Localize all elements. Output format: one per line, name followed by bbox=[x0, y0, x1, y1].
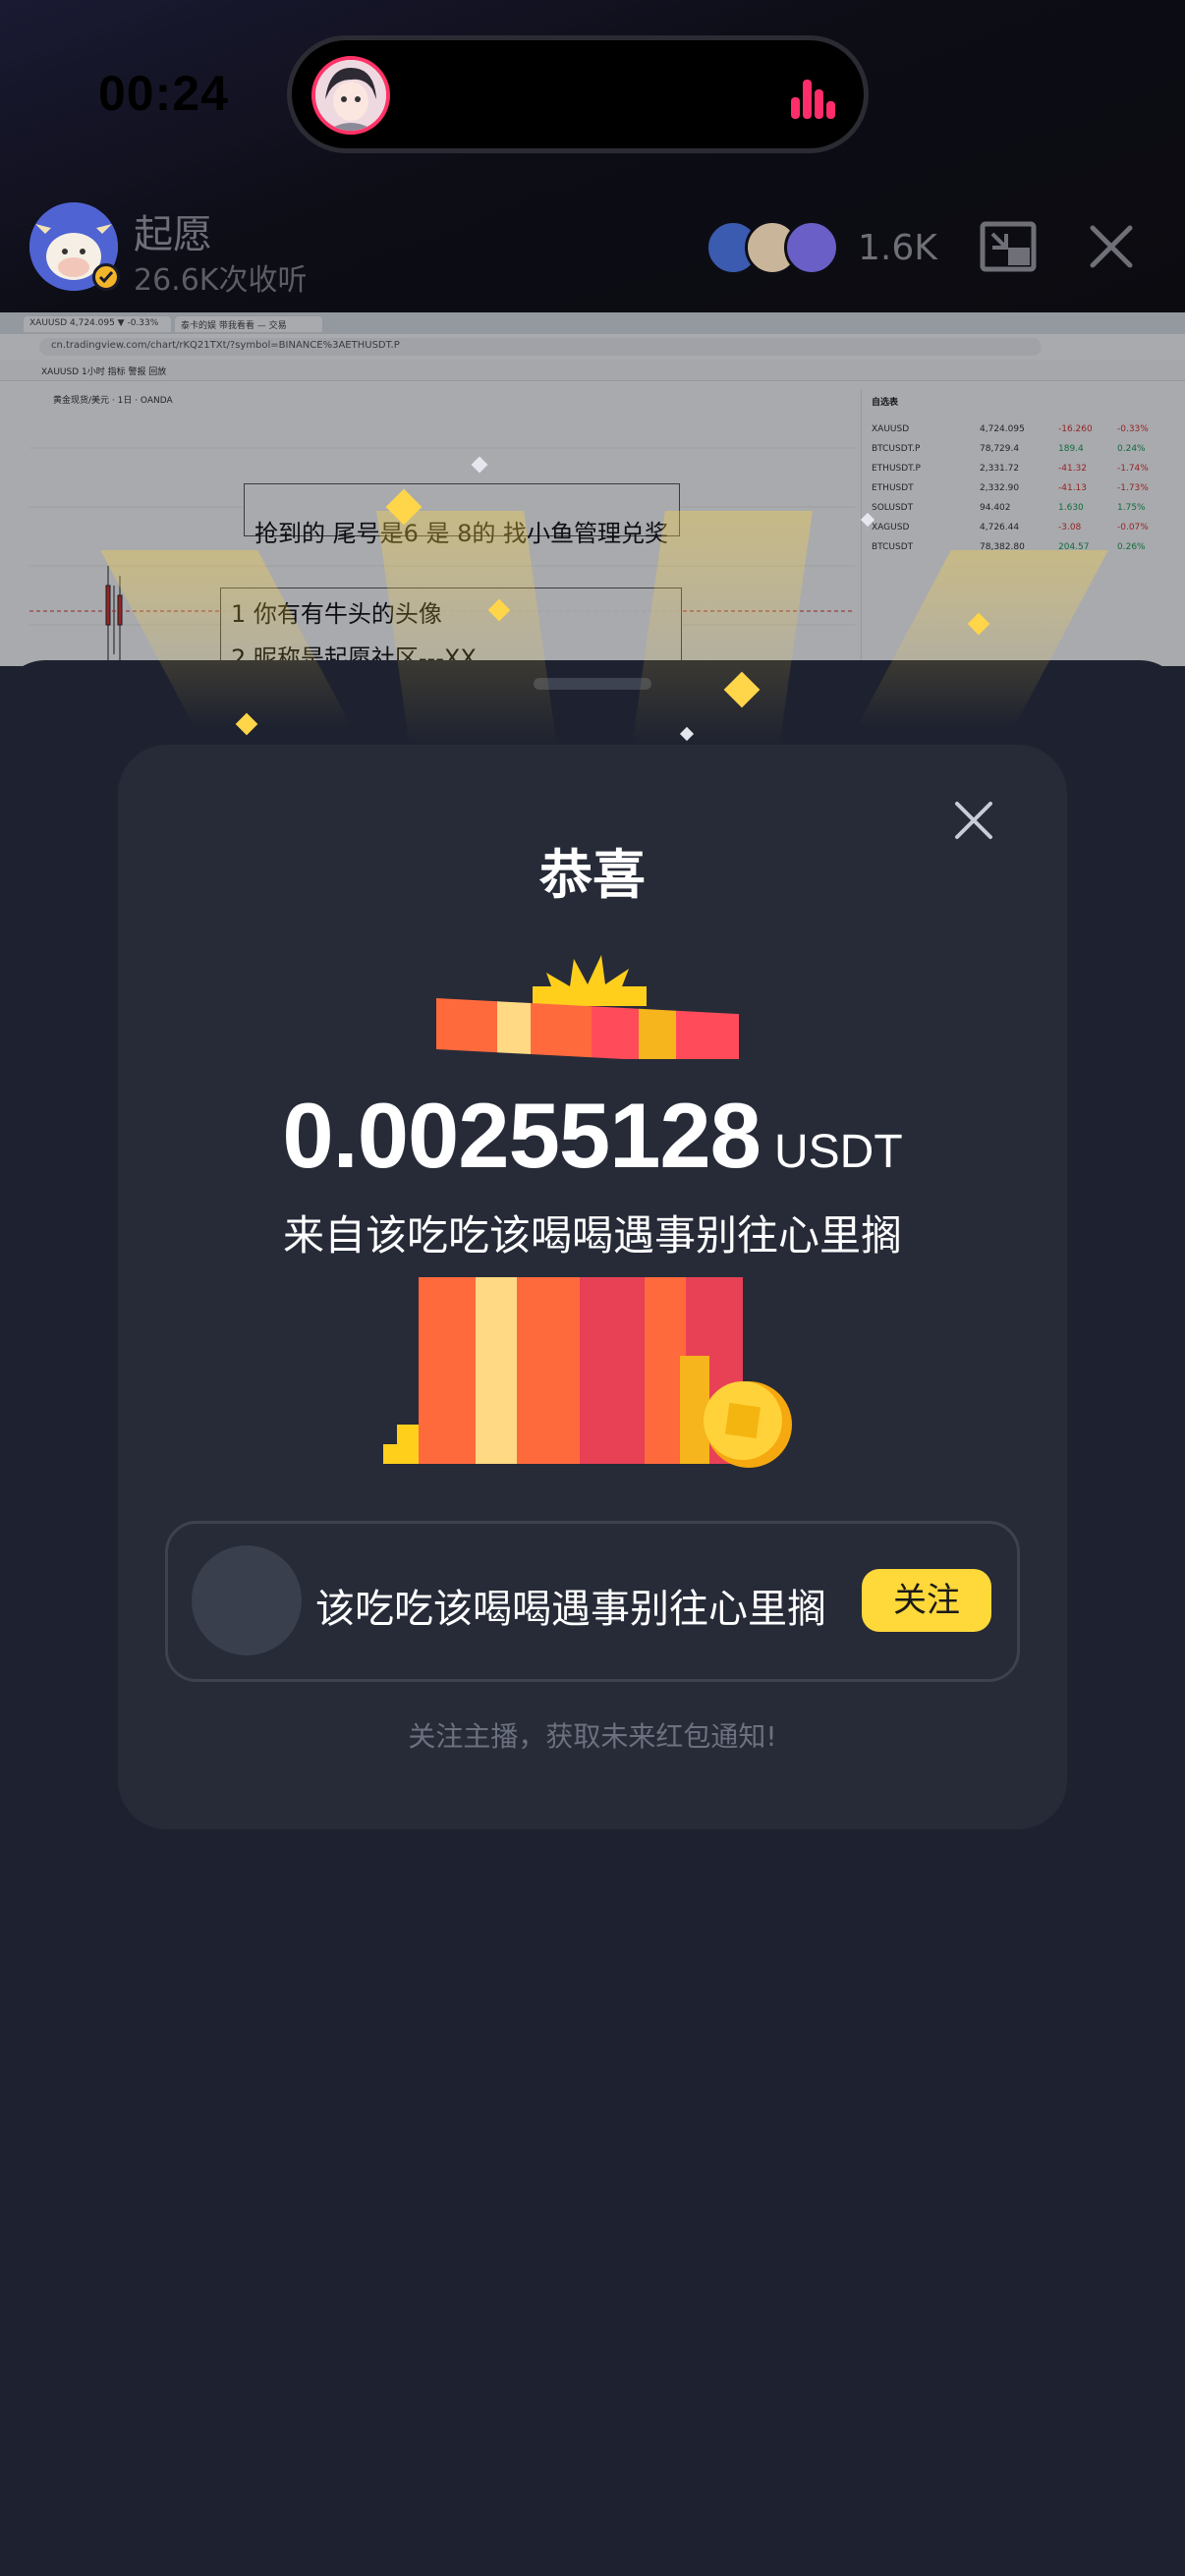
follow-card: 该吃吃该喝喝遇事别往心里搁 关注 bbox=[165, 1521, 1020, 1682]
dynamic-island[interactable] bbox=[287, 35, 869, 153]
listener-avatar[interactable] bbox=[784, 220, 839, 275]
close-icon[interactable] bbox=[951, 798, 996, 843]
follow-hint: 关注主播，获取未来红包通知! bbox=[408, 1720, 777, 1753]
listen-count: 26.6K次收听 bbox=[134, 263, 308, 298]
close-icon[interactable] bbox=[1087, 222, 1136, 271]
sheet-handle[interactable] bbox=[534, 678, 651, 690]
amount-row: 0.00255128 USDT bbox=[118, 1083, 1067, 1189]
reward-amount: 0.00255128 bbox=[282, 1084, 762, 1187]
modal-title: 恭喜 bbox=[539, 844, 646, 906]
verified-badge-icon bbox=[92, 263, 120, 291]
red-packet-result-modal: 恭喜 0.00255128 USDT 来自该吃吃该喝喝遇事别往心里搁 该吃吃该喝… bbox=[118, 745, 1067, 1829]
reward-currency: USDT bbox=[773, 1126, 903, 1178]
sender-avatar[interactable] bbox=[192, 1545, 302, 1655]
listener-count[interactable]: 1.6K bbox=[858, 228, 937, 268]
sender-text: 来自该吃吃该喝喝遇事别往心里搁 bbox=[282, 1211, 902, 1260]
status-time: 00:24 bbox=[98, 66, 229, 121]
now-playing-avatar bbox=[311, 56, 390, 135]
picture-in-picture-icon[interactable] bbox=[979, 218, 1038, 277]
sender-name: 该吃吃该喝喝遇事别往心里搁 bbox=[315, 1587, 826, 1632]
follow-button[interactable]: 关注 bbox=[862, 1569, 991, 1632]
gift-lid-icon bbox=[436, 951, 741, 1066]
gift-box-icon bbox=[383, 1277, 796, 1484]
top-bar: 00:24 起愿 26.6K次收听 1.6K bbox=[0, 0, 1185, 312]
audio-bars-icon bbox=[791, 78, 835, 119]
host-name[interactable]: 起愿 bbox=[134, 202, 212, 259]
